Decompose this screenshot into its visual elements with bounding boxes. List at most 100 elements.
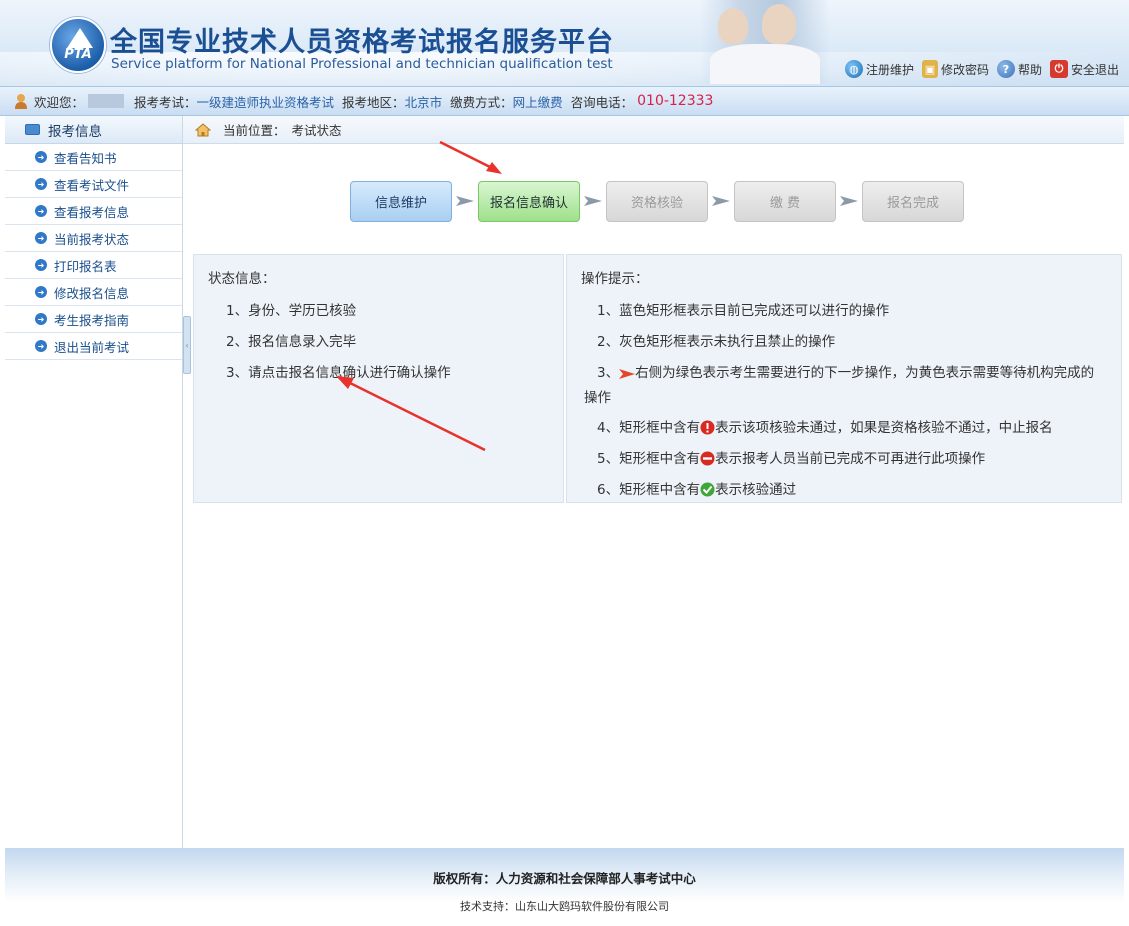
breadcrumb-current: 考试状态 [291,123,342,138]
person-figure [718,8,748,44]
register-maintain-link[interactable]: ◍ 注册维护 [844,60,914,78]
breadcrumb: 当前位置： 考试状态 [183,116,1124,144]
tips-line-prefix: 4、矩形框中含有 [597,420,701,436]
step-info-maintain[interactable]: 信息维护 [350,180,452,222]
tips-line: 2、灰色矩形框表示未执行且禁止的操作 [597,334,836,350]
tips-line-prefix: 6、矩形框中含有 [597,482,701,498]
arrow-right-icon: ➜ [35,232,47,244]
sidebar-item-label: 打印报名表 [54,258,117,274]
tips-line: 3、 右侧为绿色表示考生需要进行的下一步操作，为黄色表示需要等待机构完成的 [597,361,1094,381]
pta-logo: PTA [50,17,106,73]
blocked-icon [700,451,715,466]
check-icon [700,482,715,497]
exam-label: 报考考试： [134,94,197,110]
site-header: PTA 全国专业技术人员资格考试报名服务平台 Service platform … [0,0,1129,86]
error-icon [700,420,715,435]
operation-tips-panel: 操作提示： 1、蓝色矩形框表示目前已完成还可以进行的操作 2、灰色矩形框表示未执… [566,254,1122,503]
progress-steps: 信息维护 报名信息确认 资格核验 缴 费 报名完成 [350,180,964,222]
sidebar-collapse-handle[interactable]: ‹ [183,316,191,374]
sidebar-item-print-form[interactable]: ➜ 打印报名表 [5,252,182,279]
tips-line-prefix: 3、 [597,365,620,381]
annotation-arrow-icon [336,376,486,452]
help-label: 帮助 [1017,62,1042,77]
tips-line: 6、矩形框中含有 表示核验通过 [597,478,796,498]
status-line: 1、身份、学历已核验 [226,303,357,319]
footer-tech-support: 技术支持：山东山大鸥玛软件股份有限公司 [460,900,669,913]
username-redacted [88,94,125,108]
phone-value: 010-12333 [637,93,714,109]
step-payment: 缴 费 [734,180,836,222]
globe-icon: ◍ [844,60,863,78]
exam-value: 一级建造师执业资格考试 [196,94,335,110]
region-label: 报考地区： [342,94,405,110]
user-info-bar: 欢迎您： 报考考试： 一级建造师执业资格考试 报考地区： 北京市 缴费方式： 网… [0,86,1129,116]
arrow-right-icon: ➜ [35,340,47,352]
tips-title: 操作提示： [581,271,649,287]
sidebar-item-current-status[interactable]: ➜ 当前报考状态 [5,225,182,252]
person-figure [762,4,796,44]
tips-line-text: 表示报考人员当前已完成不可再进行此项操作 [715,451,986,467]
tips-line-prefix: 5、矩形框中含有 [597,451,701,467]
step-arrow-icon [708,195,734,207]
step-confirm-registration[interactable]: 报名信息确认 [478,180,580,222]
footer-copyright: 版权所有：人力资源和社会保障部人事考试中心 [433,871,696,886]
step-arrow-icon [836,195,862,207]
arrow-right-icon: ➜ [35,178,47,190]
change-password-label: 修改密码 [940,62,989,77]
tips-line-text: 表示该项核验未通过，如果是资格核验不通过，中止报名 [715,420,1053,436]
breadcrumb-label: 当前位置： [223,123,286,138]
header-banner-photo [700,0,830,84]
sidebar-item-label: 修改报名信息 [54,285,130,301]
tips-line-continued: 操作 [584,390,611,406]
logo-text: PTA [64,46,92,62]
register-maintain-label: 注册维护 [865,62,914,77]
annotation-arrow-icon [439,140,502,174]
tips-line-text: 右侧为绿色表示考生需要进行的下一步操作，为黄色表示需要等待机构完成的 [635,365,1095,381]
tips-line-text: 表示核验通过 [715,482,797,498]
step-registration-complete: 报名完成 [862,180,964,222]
sidebar-item-view-registration-info[interactable]: ➜ 查看报考信息 [5,198,182,225]
power-icon: ⏻ [1049,60,1068,78]
tips-line: 4、矩形框中含有 表示该项核验未通过，如果是资格核验不通过，中止报名 [597,416,1053,436]
sidebar-item-label: 退出当前考试 [54,339,130,355]
sidebar-item-view-exam-files[interactable]: ➜ 查看考试文件 [5,171,182,198]
payment-label: 缴费方式： [450,94,513,110]
user-icon [15,94,27,109]
sidebar-header: 报考信息 [5,116,182,144]
arrow-right-icon: ➜ [35,151,47,163]
logout-label: 安全退出 [1070,62,1119,77]
sidebar-item-exit-exam[interactable]: ➜ 退出当前考试 [5,333,182,360]
help-link[interactable]: ? 帮助 [996,60,1042,78]
logo-triangle-icon [67,28,93,48]
change-password-link[interactable]: ▣ 修改密码 [921,60,989,78]
step-arrow-icon [580,195,606,207]
sidebar-item-guide[interactable]: ➜ 考生报考指南 [5,306,182,333]
arrow-right-icon: ➜ [35,205,47,217]
arrow-right-icon: ➜ [35,313,47,325]
arrow-right-icon: ➜ [35,286,47,298]
footer: 版权所有：人力资源和社会保障部人事考试中心 技术支持：山东山大鸥玛软件股份有限公… [5,848,1124,926]
arrow-right-icon: ➜ [35,259,47,271]
status-title: 状态信息： [208,271,276,287]
region-value: 北京市 [404,94,443,110]
welcome-label: 欢迎您： [34,94,85,110]
home-icon [195,122,211,136]
header-links: ◍ 注册维护 ▣ 修改密码 ? 帮助 ⏻ 安全退出 [844,60,1119,78]
sidebar-item-label: 考生报考指南 [54,312,130,328]
sidebar-item-label: 查看告知书 [54,150,117,166]
lock-icon: ▣ [921,60,938,78]
id-card-icon [25,124,40,135]
logout-link[interactable]: ⏻ 安全退出 [1049,60,1119,78]
sidebar-item-edit-registration[interactable]: ➜ 修改报名信息 [5,279,182,306]
site-title: 全国专业技术人员资格考试报名服务平台 [110,27,614,58]
sidebar-item-view-notice[interactable]: ➜ 查看告知书 [5,144,182,171]
payment-value: 网上缴费 [512,94,563,110]
phone-label: 咨询电话： [570,94,634,110]
person-shirts [710,44,820,84]
tips-line: 5、矩形框中含有 表示报考人员当前已完成不可再进行此项操作 [597,447,985,467]
orange-arrow-icon [619,369,636,379]
status-line: 2、报名信息录入完毕 [226,334,357,350]
sidebar: 报考信息 ➜ 查看告知书 ➜ 查看考试文件 ➜ 查看报考信息 ➜ 当前报考状态 … [5,116,183,848]
tips-line: 1、蓝色矩形框表示目前已完成还可以进行的操作 [597,303,890,319]
step-qualification-check: 资格核验 [606,180,708,222]
